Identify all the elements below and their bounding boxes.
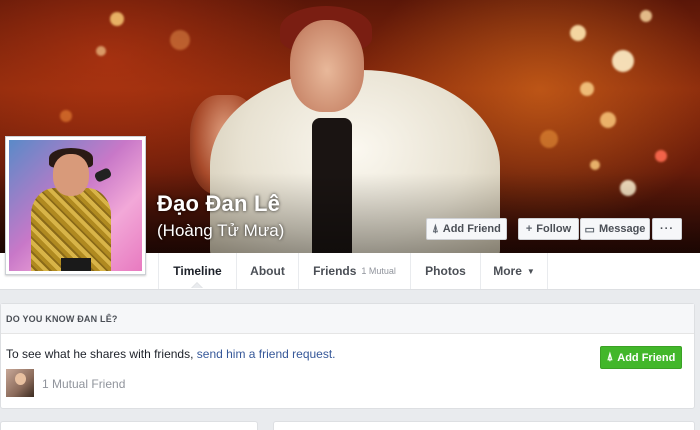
friend-request-prompt: To see what he shares with friends, send…: [6, 347, 336, 361]
tab-label: Friends: [313, 264, 357, 278]
tab-label: Photos: [425, 264, 466, 278]
profile-picture-image: [9, 140, 142, 271]
add-friend-label: Add Friend: [442, 223, 501, 235]
add-person-icon: ⍋: [606, 351, 614, 363]
tab-label: About: [250, 264, 285, 278]
right-column-card: [273, 421, 695, 430]
add-friend-green-button[interactable]: ⍋ Add Friend: [600, 346, 682, 369]
tab-photos[interactable]: Photos: [410, 253, 480, 289]
message-icon: ▭: [584, 223, 595, 236]
mutual-friend-avatar[interactable]: [6, 369, 34, 397]
send-friend-request-link[interactable]: send him a friend request.: [197, 347, 336, 361]
tab-label: Timeline: [173, 264, 222, 278]
tab-label: More: [493, 264, 522, 278]
follow-button[interactable]: + Follow: [518, 218, 579, 240]
card-header: DO YOU KNOW ĐAN LÊ?: [1, 304, 694, 334]
profile-name[interactable]: Đạo Đan Lê: [157, 191, 280, 217]
tab-more[interactable]: More ▼: [480, 253, 548, 289]
message-label: Message: [598, 223, 646, 235]
do-you-know-card: DO YOU KNOW ĐAN LÊ? To see what he share…: [0, 303, 695, 409]
prompt-text: To see what he shares with friends,: [6, 347, 197, 361]
mutual-count: 1 Mutual: [361, 266, 396, 276]
add-friend-button[interactable]: ⍋ Add Friend: [426, 218, 507, 240]
plus-icon: +: [525, 223, 533, 235]
tab-friends[interactable]: Friends 1 Mutual: [298, 253, 410, 289]
profile-alternate-name: (Hoàng Tử Mưa): [157, 221, 285, 240]
add-person-icon: ⍋: [432, 222, 439, 235]
message-button[interactable]: ▭ Message: [580, 218, 650, 240]
mutual-friend-link[interactable]: 1 Mutual Friend: [42, 377, 125, 391]
more-options-button[interactable]: ···: [652, 218, 682, 240]
follow-label: Follow: [536, 223, 572, 235]
tab-about[interactable]: About: [236, 253, 298, 289]
add-friend-label: Add Friend: [617, 351, 676, 364]
ellipsis-icon: ···: [660, 223, 674, 235]
left-column-card: [0, 421, 258, 430]
profile-picture[interactable]: [5, 136, 146, 275]
chevron-down-icon: ▼: [526, 266, 535, 276]
